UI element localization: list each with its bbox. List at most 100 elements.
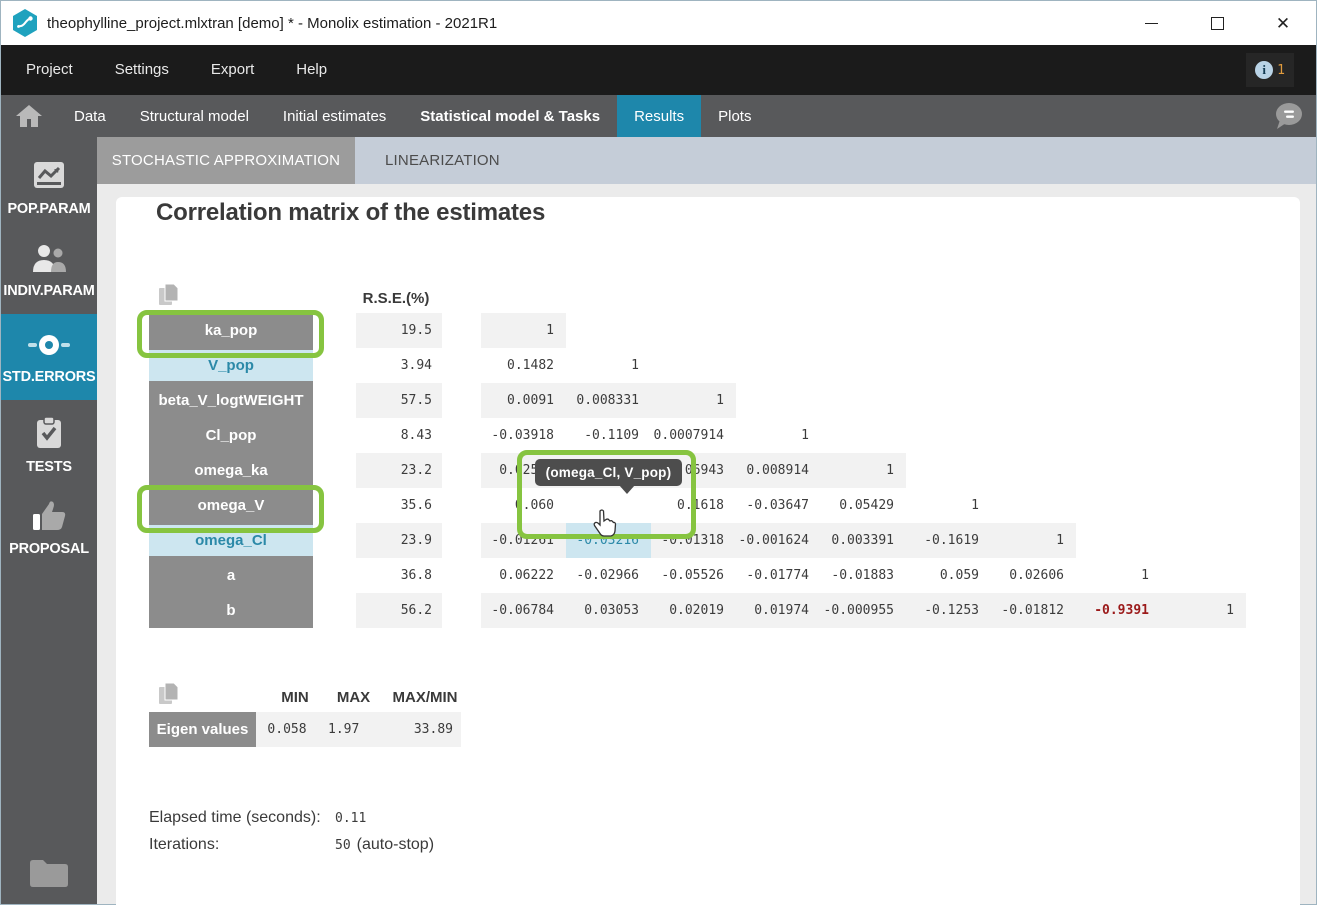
matrix-cell[interactable]: 0.008914 (736, 453, 821, 488)
matrix-cell[interactable]: 0.0007914 (651, 418, 736, 453)
matrix-row-label-b[interactable]: b (149, 593, 313, 628)
maximize-button[interactable] (1184, 1, 1250, 45)
sidebar-item-label: PROPOSAL (9, 541, 89, 557)
matrix-row-label-omega-cl[interactable]: omega_Cl (149, 523, 313, 558)
matrix-cell[interactable]: 0.003391 (821, 523, 906, 558)
menu-item-export[interactable]: Export (190, 45, 275, 95)
matrix-cell[interactable]: 1 (481, 313, 566, 348)
matrix-cell[interactable]: -0.03647 (736, 488, 821, 523)
tab-initial-estimates[interactable]: Initial estimates (266, 95, 403, 137)
eigen-header-max: MAX (326, 689, 381, 706)
matrix-row-label-omega-ka[interactable]: omega_ka (149, 453, 313, 488)
iterations-label: Iterations: (149, 836, 335, 854)
info-icon: i (1255, 61, 1273, 79)
matrix-row-label-omega-v[interactable]: omega_V (149, 488, 313, 523)
subtab-stochastic-approximation[interactable]: STOCHASTIC APPROXIMATION (97, 137, 355, 184)
sidebar-item-tests[interactable]: TESTS (1, 406, 97, 484)
page-title: Correlation matrix of the estimates (156, 199, 1300, 227)
matrix-cell[interactable]: 1 (1161, 593, 1246, 628)
matrix-cell[interactable]: 1 (651, 383, 736, 418)
comment-bubble-icon[interactable] (1272, 101, 1304, 131)
table-row: V_pop3.940.14821 (149, 348, 1246, 383)
sidebar-item-proposal[interactable]: PROPOSAL (1, 490, 97, 566)
matrix-cell[interactable]: 1 (821, 453, 906, 488)
matrix-row-label-beta-v-logtweight[interactable]: beta_V_logtWEIGHT (149, 383, 313, 418)
table-row: beta_V_logtWEIGHT57.50.00910.0083311 (149, 383, 1246, 418)
matrix-cell[interactable]: 0.008331 (566, 383, 651, 418)
rse-value: 23.2 (356, 453, 442, 488)
sidebar-item-pop-param[interactable]: POP.PARAM (1, 150, 97, 226)
matrix-cell[interactable]: 0.05429 (821, 488, 906, 523)
clipboard-check-icon (33, 416, 65, 455)
matrix-cell[interactable]: -0.1619 (906, 523, 991, 558)
table-row: ka_pop19.51 (149, 313, 1246, 348)
matrix-cell[interactable]: 0.1618 (651, 488, 736, 523)
matrix-cell[interactable]: -0.02966 (566, 558, 651, 593)
results-sidebar: POP.PARAMINDIV.PARAMSTD.ERRORSTESTS PROPO… (1, 137, 97, 904)
folder-button[interactable] (28, 857, 70, 894)
menu-item-help[interactable]: Help (275, 45, 348, 95)
rse-value: 23.9 (356, 523, 442, 558)
matrix-cell[interactable]: -0.1253 (906, 593, 991, 628)
minimize-button[interactable] (1118, 1, 1184, 45)
spacer (442, 418, 481, 453)
matrix-cell[interactable]: 0.06222 (481, 558, 566, 593)
rse-value: 35.6 (356, 488, 442, 523)
matrix-cell[interactable]: 0.060 (481, 488, 566, 523)
rse-value: 36.8 (356, 558, 442, 593)
close-button[interactable]: ✕ (1250, 1, 1316, 45)
matrix-cell[interactable]: -0.01812 (991, 593, 1076, 628)
people-icon (29, 242, 69, 279)
matrix-cell[interactable]: 0.059 (906, 558, 991, 593)
matrix-row-label-cl-pop[interactable]: Cl_pop (149, 418, 313, 453)
spacer (313, 523, 356, 558)
nav-bar: DataStructural modelInitial estimatesSta… (1, 95, 1316, 137)
matrix-cell[interactable]: -0.05526 (651, 558, 736, 593)
matrix-cell[interactable]: 1 (906, 488, 991, 523)
notification-chip[interactable]: i 1 (1246, 53, 1294, 87)
matrix-cell[interactable]: -0.1109 (566, 418, 651, 453)
tab-results[interactable]: Results (617, 95, 701, 137)
matrix-cell[interactable]: -0.01883 (821, 558, 906, 593)
table-row: Cl_pop8.43-0.03918-0.11090.00079141 (149, 418, 1246, 453)
subtab-linearization[interactable]: LINEARIZATION (355, 137, 530, 184)
sidebar-item-std-errors[interactable]: STD.ERRORS (1, 314, 97, 400)
matrix-cell[interactable]: 1 (736, 418, 821, 453)
matrix-row-label-v-pop[interactable]: V_pop (149, 348, 313, 383)
home-tab[interactable] (1, 95, 57, 137)
tab-structural-model[interactable]: Structural model (123, 95, 266, 137)
matrix-row-label-ka-pop[interactable]: ka_pop (149, 313, 313, 348)
tab-statistical-model-tasks[interactable]: Statistical model & Tasks (403, 95, 617, 137)
matrix-cell[interactable]: -0.001624 (736, 523, 821, 558)
matrix-cell[interactable]: -0.01261 (481, 523, 566, 558)
spacer (313, 558, 356, 593)
matrix-cell[interactable]: 0.01974 (736, 593, 821, 628)
matrix-cell[interactable]: -0.01774 (736, 558, 821, 593)
matrix-cell[interactable]: 1 (991, 523, 1076, 558)
notification-count: 1 (1277, 63, 1285, 78)
matrix-cell[interactable]: -0.01318 (651, 523, 736, 558)
matrix-cell[interactable]: 0.02606 (991, 558, 1076, 593)
matrix-row-label-a[interactable]: a (149, 558, 313, 593)
matrix-cell[interactable]: -0.06784 (481, 593, 566, 628)
matrix-cell[interactable]: 0.1482 (481, 348, 566, 383)
copy-icon[interactable] (157, 283, 181, 307)
menu-item-settings[interactable]: Settings (94, 45, 190, 95)
matrix-cell[interactable]: -0.03918 (481, 418, 566, 453)
tab-data[interactable]: Data (57, 95, 123, 137)
spacer (313, 313, 356, 348)
matrix-cell[interactable]: 1 (1076, 558, 1161, 593)
tab-plots[interactable]: Plots (701, 95, 768, 137)
matrix-cell[interactable]: -0.9391 (1076, 593, 1161, 628)
matrix-cell[interactable]: 1 (566, 348, 651, 383)
sidebar-item-indiv-param[interactable]: INDIV.PARAM (1, 232, 97, 308)
menu-item-project[interactable]: Project (1, 45, 94, 95)
spacer (442, 488, 481, 523)
matrix-cell[interactable]: -0.000955 (821, 593, 906, 628)
matrix-cell[interactable]: 0.02019 (651, 593, 736, 628)
table-row: omega_Cl23.9-0.01261-0.03216-0.01318-0.0… (149, 523, 1246, 558)
copy-icon[interactable] (157, 682, 181, 706)
matrix-cell[interactable]: 0.0091 (481, 383, 566, 418)
spacer (313, 383, 356, 418)
matrix-cell[interactable]: 0.03053 (566, 593, 651, 628)
